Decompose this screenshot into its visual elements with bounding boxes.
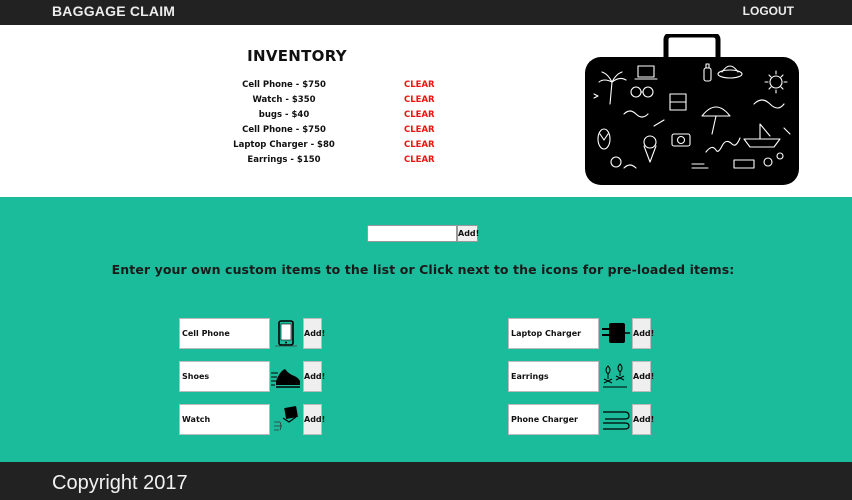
footer: Copyright 2017 [0, 462, 852, 500]
instructions-text: Enter your own custom items to the list … [111, 262, 735, 277]
preloaded-item-row: Shoes Add! [179, 361, 325, 392]
inventory-item-label: Cell Phone - $750 [242, 125, 326, 135]
cell-phone-icon [275, 320, 297, 347]
custom-item-input[interactable] [367, 225, 457, 242]
inventory-item-label: Earrings - $150 [247, 155, 321, 165]
item-name-field[interactable]: Shoes [179, 361, 270, 392]
add-button[interactable]: Add! [303, 404, 325, 435]
clear-button[interactable]: CLEAR [404, 110, 435, 120]
inventory-title: INVENTORY [247, 47, 347, 65]
item-name-field[interactable]: Phone Charger [508, 404, 599, 435]
preloaded-item-row: Earrings Add! [508, 361, 654, 392]
custom-add-button[interactable]: Add! [457, 225, 479, 242]
preloaded-item-row: Phone Charger Add! [508, 404, 654, 435]
preloaded-item-row: Watch Add! [179, 404, 325, 435]
inventory-section: INVENTORY Cell Phone - $750 CLEAR Watch … [0, 25, 852, 197]
clear-button[interactable]: CLEAR [404, 155, 435, 165]
inventory-item-label: Cell Phone - $750 [242, 80, 326, 90]
suitcase-illustration [585, 34, 799, 185]
clear-button[interactable]: CLEAR [404, 140, 435, 150]
phone-charger-icon [603, 411, 630, 430]
add-button[interactable]: Add! [303, 318, 325, 349]
inventory-item-label: bugs - $40 [258, 110, 310, 120]
brand-title[interactable]: BAGGAGE CLAIM [52, 3, 175, 19]
item-name-field[interactable]: Laptop Charger [508, 318, 599, 349]
clear-button[interactable]: CLEAR [404, 80, 435, 90]
clear-button[interactable]: CLEAR [404, 95, 435, 105]
add-button[interactable]: Add! [632, 361, 654, 392]
inventory-item-label: Watch - $350 [252, 95, 316, 105]
shoe-icon [271, 369, 300, 388]
navbar: BAGGAGE CLAIM LOGOUT [0, 0, 852, 25]
clear-button[interactable]: CLEAR [404, 125, 435, 135]
add-button[interactable]: Add! [632, 404, 654, 435]
earrings-icon [603, 363, 627, 388]
inventory-item-label: Laptop Charger - $80 [233, 140, 335, 150]
logout-link[interactable]: LOGOUT [743, 4, 794, 18]
item-name-field[interactable]: Cell Phone [179, 318, 270, 349]
preloaded-item-row: Cell Phone Add! [179, 318, 325, 349]
preloaded-item-row: Laptop Charger Add! [508, 318, 654, 349]
add-items-section: Add! Enter your own custom items to the … [0, 197, 852, 462]
add-button[interactable]: Add! [632, 318, 654, 349]
copyright-text: Copyright 2017 [52, 472, 188, 494]
item-name-field[interactable]: Earrings [508, 361, 599, 392]
laptop-charger-icon [602, 323, 630, 343]
item-name-field[interactable]: Watch [179, 404, 270, 435]
watch-icon [274, 406, 298, 431]
add-button[interactable]: Add! [303, 361, 325, 392]
